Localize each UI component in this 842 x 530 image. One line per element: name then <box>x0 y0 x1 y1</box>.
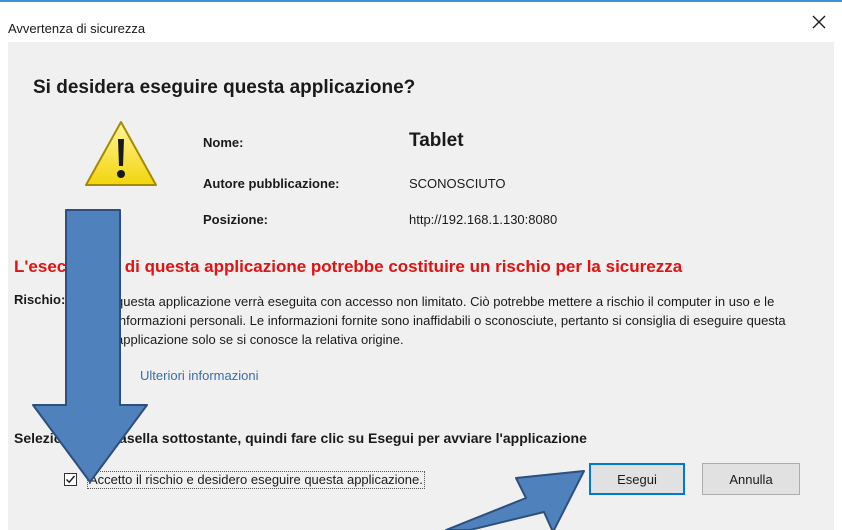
checkmark-icon <box>66 475 76 484</box>
title-bar: Avvertenza di sicurezza <box>0 2 842 42</box>
accept-risk-checkbox[interactable] <box>64 473 77 486</box>
run-button[interactable]: Esegui <box>589 463 685 495</box>
window-title: Avvertenza di sicurezza <box>8 21 146 36</box>
cancel-button[interactable]: Annulla <box>702 463 800 495</box>
publisher-label: Autore pubblicazione: <box>203 176 340 191</box>
risk-description: questa applicazione verrà eseguita con a… <box>116 294 786 347</box>
risk-label: Rischio: <box>14 292 66 307</box>
instruction-text: Selezionare la casella sottostante, quin… <box>14 430 587 446</box>
more-info-link[interactable]: Ulteriori informazioni <box>140 368 258 383</box>
dialog-content: Si desidera eseguire questa applicazione… <box>8 42 834 530</box>
risk-warning-heading: L'esecuzione di questa applicazione potr… <box>14 257 683 276</box>
name-value: Tablet <box>409 130 464 151</box>
warning-triangle-icon <box>85 121 157 186</box>
location-label: Posizione: <box>203 212 269 227</box>
dialog-heading: Si desidera eseguire questa applicazione… <box>33 77 416 98</box>
close-button[interactable] <box>796 2 842 42</box>
publisher-value: SCONOSCIUTO <box>409 176 506 191</box>
accept-risk-label[interactable]: Accetto il rischio e desidero eseguire q… <box>87 471 425 489</box>
location-value: http://192.168.1.130:8080 <box>409 212 558 227</box>
close-icon <box>812 15 826 29</box>
name-label: Nome: <box>203 135 244 150</box>
